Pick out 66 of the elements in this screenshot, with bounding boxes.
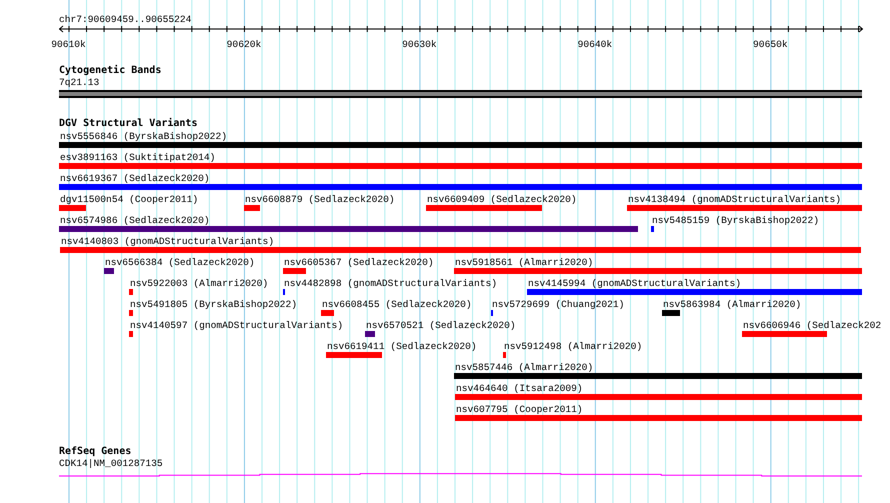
variant-label: nsv6574986 (Sedlazeck2020) xyxy=(60,215,210,226)
gene-label: CDK14|NM_001287135 xyxy=(59,458,163,469)
variant-bar[interactable] xyxy=(455,415,862,421)
variant-bar[interactable] xyxy=(283,268,306,274)
variant-bar[interactable] xyxy=(454,268,862,274)
variant-bar[interactable] xyxy=(742,331,827,337)
variant-label: nsv5918561 (Almarri2020) xyxy=(455,257,594,268)
variant-bar[interactable] xyxy=(129,331,133,337)
variant-label: nsv5922003 (Almarri2020) xyxy=(130,278,268,289)
variant-label: dgv11500n54 (Cooper2011) xyxy=(60,194,198,205)
variant-bar[interactable] xyxy=(365,331,375,337)
variant-bar[interactable] xyxy=(129,310,133,316)
variant-label: nsv4145994 (gnomADStructuralVariants) xyxy=(528,278,742,289)
variant-label: esv3891163 (Suktitipat2014) xyxy=(60,152,216,163)
variant-label: nsv607795 (Cooper2011) xyxy=(456,404,583,415)
variant-bar[interactable] xyxy=(527,289,862,295)
gene-line[interactable] xyxy=(59,470,862,478)
variant-bar[interactable] xyxy=(59,142,862,148)
variant-bar[interactable] xyxy=(455,394,862,400)
variant-bar[interactable] xyxy=(662,310,680,316)
variant-bar[interactable] xyxy=(129,289,133,295)
variant-bar[interactable] xyxy=(60,247,861,253)
variant-bar[interactable] xyxy=(59,205,86,211)
tick-label: 90620k xyxy=(226,39,262,50)
variant-label: nsv5857446 (Almarri2020) xyxy=(455,362,594,373)
band-label: 7q21.13 xyxy=(59,77,100,88)
variant-bar[interactable] xyxy=(59,163,862,169)
variant-bar[interactable] xyxy=(321,310,334,316)
variant-label: nsv5485159 (ByrskaBishop2022) xyxy=(652,215,819,226)
variant-label: nsv5912498 (Almarri2020) xyxy=(504,341,642,352)
variant-label: nsv464640 (Itsara2009) xyxy=(456,383,583,394)
variant-label: nsv4482898 (gnomADStructuralVariants) xyxy=(284,278,498,289)
variant-label: nsv6605367 (Sedlazeck2020) xyxy=(284,257,434,268)
variant-label: nsv6606946 (Sedlazeck202 xyxy=(743,320,882,331)
variant-label: nsv6608455 (Sedlazeck2020) xyxy=(322,299,472,310)
variant-bar[interactable] xyxy=(59,184,862,190)
variant-label: nsv6609409 (Sedlazeck2020) xyxy=(427,194,577,205)
tick-label: 90610k xyxy=(51,39,86,50)
variant-label: nsv5863984 (Almarri2020) xyxy=(663,299,802,310)
tick-label: 90630k xyxy=(402,39,437,50)
variant-label: nsv4140597 (gnomADStructuralVariants) xyxy=(130,320,344,331)
variant-label: nsv6608879 (Sedlazeck2020) xyxy=(245,194,395,205)
track-title: RefSeq Genes xyxy=(59,446,132,458)
variant-bar[interactable] xyxy=(426,205,542,211)
variant-bar[interactable] xyxy=(59,226,638,232)
tick-label: 90650k xyxy=(753,39,788,50)
variant-bar[interactable] xyxy=(326,352,382,358)
variant-label: nsv5556846 (ByrskaBishop2022) xyxy=(60,131,227,142)
variant-bar[interactable] xyxy=(104,268,114,274)
variant-label: nsv6570521 (Sedlazeck2020) xyxy=(366,320,516,331)
track-title: Cytogenetic Bands xyxy=(59,65,162,77)
variant-label: nsv4140803 (gnomADStructuralVariants) xyxy=(61,236,274,247)
tick-label: 90640k xyxy=(578,39,612,50)
variant-bar[interactable] xyxy=(244,205,260,211)
region-label: chr7:90609459..90655224 xyxy=(59,14,192,25)
variant-label: nsv4138494 (gnomADStructuralVariants) xyxy=(628,194,842,205)
track-title: DGV Structural Variants xyxy=(59,118,198,130)
variant-bar[interactable] xyxy=(627,205,862,211)
variant-label: nsv5491805 (ByrskaBishop2022) xyxy=(130,299,297,310)
variant-bar[interactable] xyxy=(503,352,506,358)
variant-bar[interactable] xyxy=(454,373,862,379)
variant-label: nsv6619411 (Sedlazeck2020) xyxy=(327,341,477,352)
variant-label: nsv6619367 (Sedlazeck2020) xyxy=(60,173,210,184)
variant-label: nsv5729699 (Chuang2021) xyxy=(492,299,624,310)
variant-bar[interactable] xyxy=(651,226,654,232)
variant-label: nsv6566384 (Sedlazeck2020) xyxy=(105,257,255,268)
